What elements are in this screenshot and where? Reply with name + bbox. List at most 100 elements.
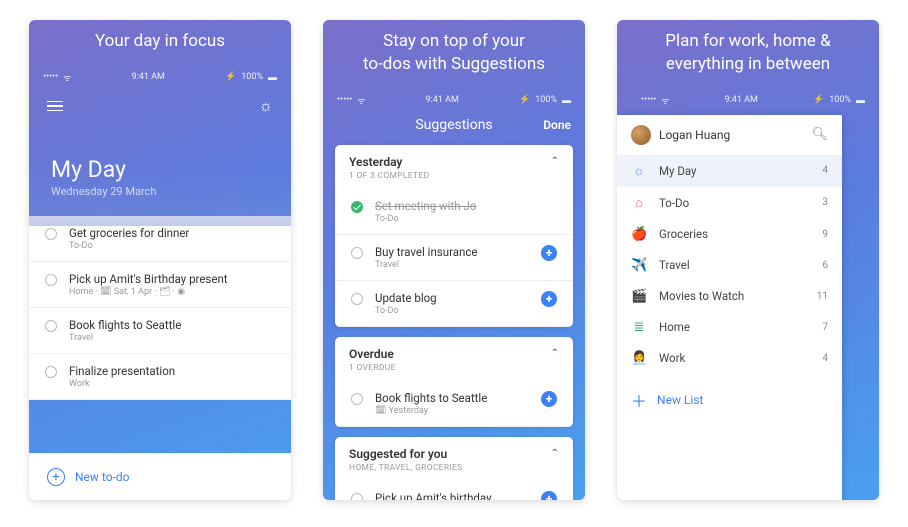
task-title: Pick up Amit's Birthday present — [69, 272, 275, 286]
status-bar: •••••ᯤ 9:41 AM ⚡100%▬ — [29, 67, 291, 88]
task-sub: Travel — [69, 333, 275, 343]
list-icon: ⌂ — [631, 195, 647, 211]
sidebar-panel: Logan Huang 🔍︎ ☼ My Day 4⌂ To-Do 3🍎 Groc… — [617, 115, 842, 500]
item-count: 3 — [822, 197, 828, 208]
user-profile[interactable]: Logan Huang — [631, 125, 730, 145]
add-icon[interactable]: + — [541, 245, 557, 261]
new-list-button[interactable]: ＋ New List — [617, 374, 842, 426]
task-checkbox-icon[interactable] — [45, 320, 57, 332]
task-sub: 🗓 Yesterday — [375, 406, 529, 416]
item-count: 7 — [822, 322, 828, 333]
card-title: Overdue — [349, 347, 394, 361]
menu-icon[interactable] — [47, 101, 63, 112]
sidebar-item-label: Work — [659, 351, 685, 365]
new-todo-button[interactable]: + New to-do — [29, 453, 291, 500]
task-sub: To-Do — [375, 306, 529, 316]
task-checkbox-icon[interactable] — [45, 366, 57, 378]
card-title: Suggested for you — [349, 447, 447, 461]
suggestion-item[interactable]: Pick up Amit's birthday present Home · 🗓… — [335, 481, 573, 500]
task-title: Pick up Amit's birthday present — [375, 491, 529, 500]
task-checkbox-icon[interactable] — [351, 247, 363, 259]
task-title: Finalize presentation — [69, 364, 275, 378]
task-title: Buy travel insurance — [375, 245, 529, 259]
task-sub: To-Do — [375, 214, 557, 224]
item-count: 9 — [822, 229, 828, 240]
task-item[interactable]: Pick up Amit's Birthday present Home · 🗓… — [29, 262, 291, 308]
sidebar-item-label: Groceries — [659, 227, 708, 241]
task-sub: Travel — [375, 260, 529, 270]
sidebar-item[interactable]: ⌂ To-Do 3 — [617, 187, 842, 219]
task-sub: Work — [69, 379, 275, 389]
suggestion-card: Suggested for you ⌃ HOME, TRAVEL, GROCER… — [335, 437, 573, 500]
sidebar-item-label: Movies to Watch — [659, 289, 744, 303]
date-label: Wednesday 29 March — [51, 185, 269, 198]
task-title: Update blog — [375, 291, 529, 305]
sidebar-item-label: To-Do — [659, 196, 689, 210]
task-sub: To-Do — [69, 241, 275, 251]
list-icon: ☼ — [631, 163, 647, 179]
sidebar-item-label: Travel — [659, 258, 690, 272]
item-count: 6 — [822, 260, 828, 271]
task-checkbox-icon[interactable] — [351, 393, 363, 405]
card-title: Yesterday — [349, 155, 402, 169]
lightbulb-icon[interactable]: ☼ — [258, 96, 273, 116]
suggestion-item[interactable]: Update blog To-Do + — [335, 281, 573, 327]
sidebar-item[interactable]: 🍎 Groceries 9 — [617, 219, 842, 250]
task-item[interactable]: Get groceries for dinner To-Do — [29, 216, 291, 262]
suggestion-item[interactable]: Set meeting with Jo To-Do — [335, 189, 573, 235]
list-icon: ✈️ — [631, 258, 647, 273]
marketing-title-2: Stay on top of your to-dos with Suggesti… — [323, 20, 585, 90]
task-checkbox-icon[interactable] — [351, 493, 363, 500]
sidebar-item[interactable]: ☼ My Day 4 — [617, 155, 842, 187]
card-header[interactable]: Suggested for you ⌃ — [335, 437, 573, 463]
add-icon[interactable]: + — [541, 391, 557, 407]
add-icon[interactable]: + — [541, 491, 557, 500]
phone-card-3: Plan for work, home & everything in betw… — [617, 20, 879, 500]
marketing-title-3: Plan for work, home & everything in betw… — [617, 20, 879, 90]
task-title: Book flights to Seattle — [69, 318, 275, 332]
card-subtitle: 1 OF 3 COMPLETED — [335, 171, 573, 189]
task-item[interactable]: Book flights to Seattle Travel — [29, 308, 291, 354]
suggestions-title: Suggestions — [415, 117, 492, 133]
list-icon: 🎬 — [631, 289, 647, 304]
sidebar-item[interactable]: 👩‍💼 Work 4 — [617, 343, 842, 374]
search-icon[interactable]: 🔍︎ — [811, 127, 828, 142]
sidebar-item[interactable]: ✈️ Travel 6 — [617, 250, 842, 281]
task-list: Get groceries for dinner To-Do Pick up A… — [29, 216, 291, 400]
sidebar-item-label: Home — [659, 320, 690, 334]
task-title: Get groceries for dinner — [69, 226, 275, 240]
phone-card-1: Your day in focus •••••ᯤ 9:41 AM ⚡100%▬ … — [29, 20, 291, 500]
card-header[interactable]: Yesterday ⌃ — [335, 145, 573, 171]
suggestion-item[interactable]: Buy travel insurance Travel + — [335, 235, 573, 281]
add-icon[interactable]: + — [541, 291, 557, 307]
chevron-up-icon: ⌃ — [551, 156, 559, 167]
chevron-up-icon: ⌃ — [551, 448, 559, 459]
task-sub: Home · 🗓 Sat, 1 Apr · 🗂 · ◉ — [69, 287, 275, 297]
status-bar: •••••ᯤ 9:41 AM ⚡100%▬ — [617, 90, 879, 111]
suggestion-item[interactable]: Book flights to Seattle 🗓 Yesterday + — [335, 381, 573, 427]
task-title: Book flights to Seattle — [375, 391, 529, 405]
sidebar-item[interactable]: ≣ Home 7 — [617, 312, 842, 343]
card-header[interactable]: Overdue ⌃ — [335, 337, 573, 363]
task-checkbox-icon[interactable] — [351, 201, 363, 213]
done-button[interactable]: Done — [543, 118, 571, 132]
list-icon: ≣ — [631, 320, 647, 335]
task-title: Set meeting with Jo — [375, 199, 557, 213]
task-checkbox-icon[interactable] — [45, 274, 57, 286]
task-item[interactable]: Finalize presentation Work — [29, 354, 291, 400]
plus-icon: ＋ — [631, 388, 647, 412]
suggestion-card: Yesterday ⌃ 1 OF 3 COMPLETED Set meeting… — [335, 145, 573, 327]
task-checkbox-icon[interactable] — [45, 228, 57, 240]
marketing-title-1: Your day in focus — [29, 20, 291, 67]
sidebar-item[interactable]: 🎬 Movies to Watch 11 — [617, 281, 842, 312]
list-icon: 👩‍💼 — [631, 351, 647, 366]
item-count: 11 — [817, 291, 828, 302]
page-title: My Day — [51, 156, 269, 183]
suggestion-card: Overdue ⌃ 1 OVERDUE Book flights to Seat… — [335, 337, 573, 427]
my-day-hero: My Day Wednesday 29 March — [29, 124, 291, 216]
card-subtitle: HOME, TRAVEL, GROCERIES — [335, 463, 573, 481]
item-count: 4 — [822, 165, 828, 176]
card-subtitle: 1 OVERDUE — [335, 363, 573, 381]
avatar — [631, 125, 651, 145]
task-checkbox-icon[interactable] — [351, 293, 363, 305]
